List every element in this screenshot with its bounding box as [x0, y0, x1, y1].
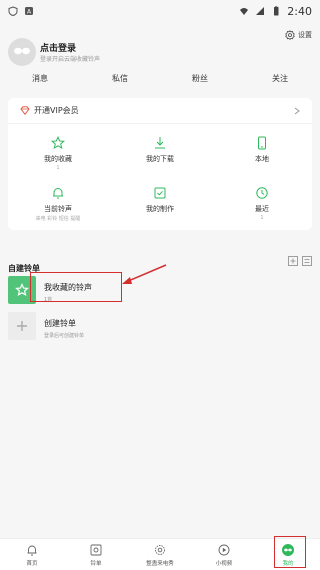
playlist-create[interactable]: 创建铃单 登录后可创建铃单 [8, 312, 312, 344]
bottom-nav: 首页 铃单 整蛊来电秀 小视频 我的 [0, 538, 320, 570]
playlist-name: 创建铃单 [44, 319, 76, 328]
settings-button[interactable]: 设置 [285, 30, 312, 40]
grid-label: 我的下载 [146, 155, 174, 163]
shield-icon [8, 6, 18, 16]
settings-label: 设置 [298, 31, 312, 39]
gear-icon [155, 545, 165, 555]
avatar[interactable] [8, 38, 36, 66]
annotation-arrow [122, 264, 167, 284]
stat-fans[interactable]: 粉丝 [160, 73, 240, 87]
highlight-box [30, 272, 122, 302]
battery-icon [274, 6, 279, 16]
tab-prank-call[interactable]: 整蛊来电秀 [128, 539, 192, 570]
create-playlist-thumb [8, 312, 36, 340]
star-icon [51, 136, 65, 150]
bell-icon [27, 545, 37, 556]
manage-playlist-icon[interactable] [302, 256, 312, 266]
tab-label: 小视频 [215, 561, 233, 567]
vip-label: 开通VIP会员 [34, 106, 79, 115]
chevron-right-icon [294, 107, 300, 115]
stat-private-messages[interactable]: 私信 [80, 73, 160, 87]
photo-icon [90, 544, 102, 556]
settings-icon [285, 30, 295, 40]
phone-icon [258, 136, 266, 150]
grid-item-favorites[interactable]: 我的收藏 1 [8, 136, 108, 171]
app-notification-icon: A [25, 7, 33, 16]
tab-playlist[interactable]: 铃单 [64, 539, 128, 570]
tab-label: 整蛊来电秀 [146, 561, 174, 567]
status-bar: A 2:40 [0, 0, 320, 22]
vip-row[interactable]: 开通VIP会员 [8, 98, 312, 124]
grid-label: 我的制作 [146, 205, 174, 213]
grid-count: 1 [260, 215, 264, 221]
highlight-box-tab [274, 536, 306, 568]
star-icon [15, 283, 29, 297]
grid-label: 本地 [255, 155, 269, 163]
grid-sub: 来电 彩铃 短信 提醒 [35, 216, 81, 222]
stat-following[interactable]: 关注 [240, 73, 320, 87]
tab-label: 首页 [26, 561, 38, 567]
checkbox-icon [154, 187, 166, 199]
login-title[interactable]: 点击登录 [40, 41, 76, 54]
profile-header: 点击登录 登录开启云端收藏铃声 设置 [0, 30, 320, 70]
grid-label: 当前铃声 [44, 205, 72, 213]
grid-item-recent[interactable]: 最近 1 [212, 186, 312, 221]
grid-item-my-creations[interactable]: 我的制作 [110, 186, 210, 214]
download-icon [155, 137, 165, 149]
diamond-icon [20, 106, 30, 115]
stats-row: 消息 私信 粉丝 关注 [0, 73, 320, 87]
login-subtitle: 登录开启云端收藏铃声 [40, 56, 101, 63]
play-icon [218, 544, 230, 556]
status-time: 2:40 [287, 4, 312, 18]
tab-label: 铃单 [90, 561, 102, 567]
grid-item-downloads[interactable]: 我的下载 [110, 136, 210, 164]
wifi-icon [240, 8, 249, 15]
grid-item-local[interactable]: 本地 [212, 136, 312, 164]
features-card: 开通VIP会员 我的收藏 1 我的下载 本地 当前铃声 来电 彩铃 短信 提醒 … [8, 98, 312, 230]
add-playlist-icon[interactable] [288, 256, 298, 266]
tab-home[interactable]: 首页 [0, 539, 64, 570]
playlist-hint: 登录后可创建铃单 [44, 333, 85, 339]
grid-count: 1 [56, 165, 60, 171]
signal-icon [256, 7, 265, 15]
stat-messages[interactable]: 消息 [0, 73, 80, 87]
grid-label: 我的收藏 [44, 155, 72, 163]
feature-grid: 我的收藏 1 我的下载 本地 当前铃声 来电 彩铃 短信 提醒 我的制作 最近 … [8, 128, 312, 228]
bell-icon [53, 188, 63, 199]
grid-item-current-ringtone[interactable]: 当前铃声 来电 彩铃 短信 提醒 [8, 186, 108, 222]
plus-icon [17, 321, 27, 331]
clock-icon [256, 187, 268, 199]
grid-label: 最近 [255, 205, 269, 213]
avatar-icon [14, 47, 30, 55]
tab-short-video[interactable]: 小视频 [192, 539, 256, 570]
